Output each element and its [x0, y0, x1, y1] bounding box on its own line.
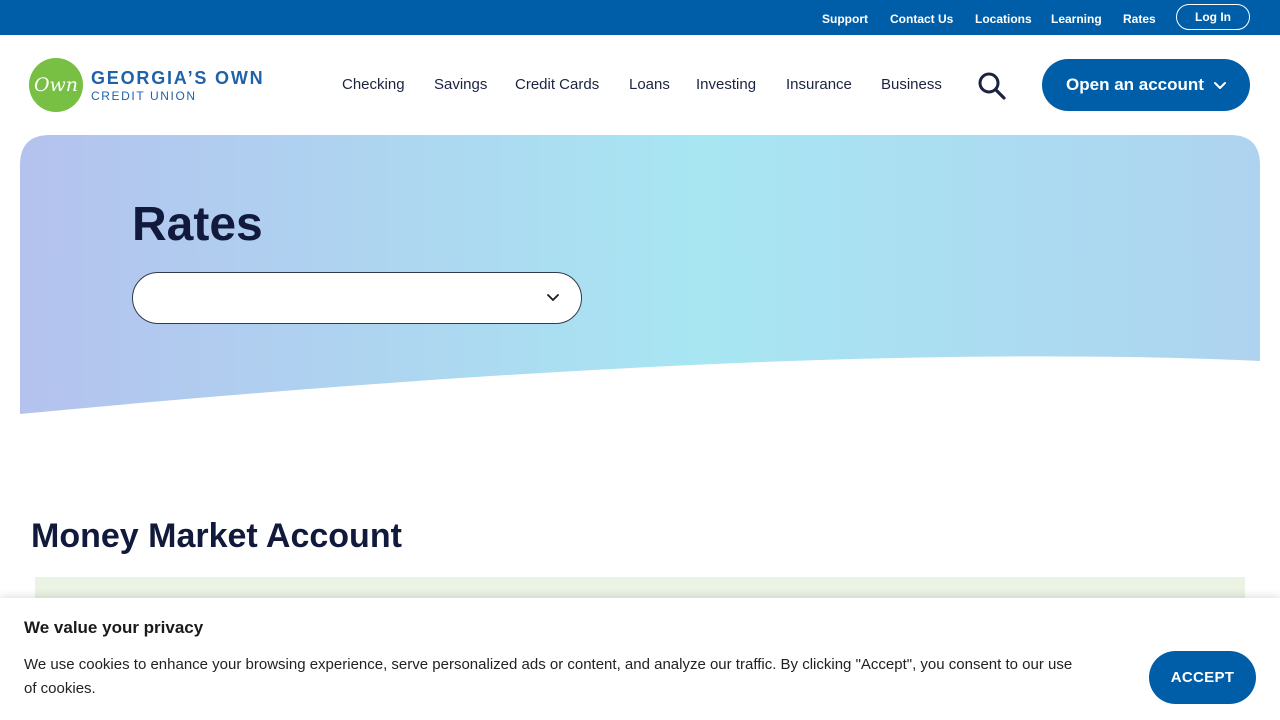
main-header: Own GEORGIA’S OWN CREDIT UNION Checking … [0, 35, 1280, 135]
cookie-text: We use cookies to enhance your browsing … [24, 656, 1073, 697]
search-icon[interactable] [976, 71, 1008, 101]
nav-checking[interactable]: Checking [342, 76, 405, 93]
rates-link[interactable]: Rates [1123, 12, 1156, 26]
contact-us-link[interactable]: Contact Us [890, 12, 953, 26]
cookie-title: We value your privacy [24, 618, 204, 637]
logo-line2: CREDIT UNION [91, 88, 197, 103]
nav-business[interactable]: Business [881, 76, 942, 93]
logo-line1: GEORGIA’S OWN [91, 67, 265, 88]
nav-savings[interactable]: Savings [434, 76, 487, 93]
support-link[interactable]: Support [822, 12, 868, 26]
utility-bar: Support Contact Us Locations Learning Ra… [0, 0, 1280, 35]
nav-investing[interactable]: Investing [696, 76, 756, 93]
logo-badge: Own [29, 58, 83, 112]
chevron-down-icon [1213, 82, 1226, 89]
nav-loans[interactable]: Loans [629, 76, 670, 93]
hero-banner: Rates [20, 135, 1260, 415]
logo[interactable]: Own GEORGIA’S OWN CREDIT UNION [29, 58, 264, 112]
accept-button[interactable]: ACCEPT [1149, 651, 1256, 704]
nav-insurance[interactable]: Insurance [786, 76, 852, 93]
log-in-button[interactable]: Log In [1176, 4, 1250, 30]
rate-category-select[interactable] [132, 272, 582, 324]
learning-link[interactable]: Learning [1051, 12, 1102, 26]
page-title: Rates [132, 198, 263, 251]
open-account-button[interactable]: Open an account [1042, 59, 1250, 111]
nav-credit-cards[interactable]: Credit Cards [515, 76, 599, 93]
section-title: Money Market Account [31, 517, 402, 555]
open-account-label: Open an account [1066, 75, 1204, 94]
cookie-banner: We value your privacy We use cookies to … [0, 598, 1280, 720]
logo-text: GEORGIA’S OWN CREDIT UNION [91, 69, 264, 102]
chevron-down-icon [547, 294, 559, 301]
locations-link[interactable]: Locations [975, 12, 1032, 26]
